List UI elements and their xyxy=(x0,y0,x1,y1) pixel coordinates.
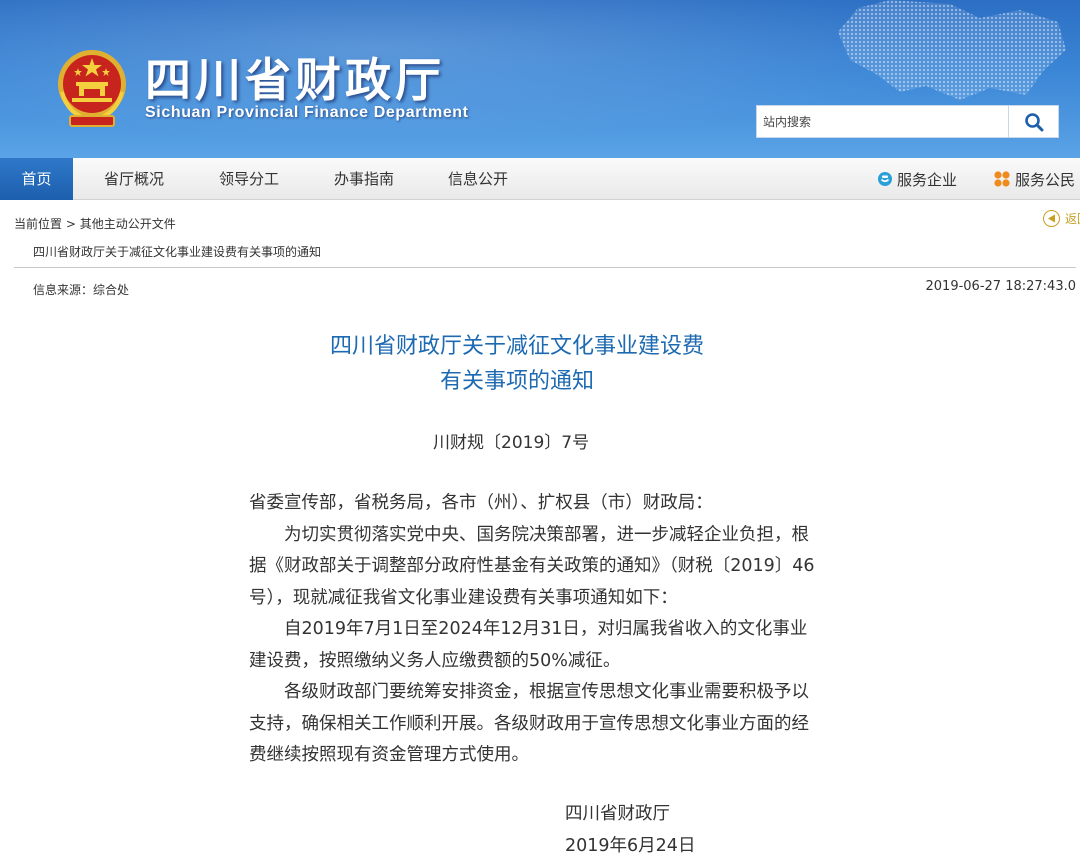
site-title-cn: 四川省财政厅 xyxy=(145,53,445,107)
article-title-line2: 有关事项的通知 xyxy=(439,369,594,394)
back-label: 返回 xyxy=(1065,212,1080,226)
breadcrumb: 当前位置 > 其他主动公开文件 xyxy=(14,215,176,232)
search-box xyxy=(756,105,1059,138)
nav-item-leadership[interactable]: 领导分工 xyxy=(219,158,279,200)
paragraph-funding: 各级财政部门要统筹安排资金，根据宣传思想文化事业需要积极予以支持，确保相关工作顺… xyxy=(249,682,809,765)
article-body: 省委宣传部，省税务局，各市（州）、扩权县（市）财政局： 为切实贯彻落实党中央、国… xyxy=(249,488,815,772)
nav-service-citizen-label: 服务公民 xyxy=(1015,170,1076,189)
nav-item-disclosure[interactable]: 信息公开 xyxy=(448,158,508,200)
site-header: 四川省财政厅 Sichuan Provincial Finance Depart… xyxy=(0,0,1080,158)
service-citizen-icon xyxy=(994,171,1010,187)
article-path-title: 四川省财政厅关于减征文化事业建设费有关事项的通知 xyxy=(33,245,322,259)
nav-item-overview[interactable]: 省厅概况 xyxy=(104,158,164,200)
service-enterprise-icon xyxy=(878,172,892,186)
back-button[interactable]: 返回 xyxy=(1043,210,1080,227)
article-title-line1: 四川省财政厅关于减征文化事业建设费 xyxy=(329,334,704,359)
national-emblem-icon xyxy=(58,50,126,127)
back-arrow-icon xyxy=(1043,210,1060,227)
article-source: 信息来源：综合处 xyxy=(33,283,130,297)
search-input[interactable] xyxy=(757,106,1008,137)
site-title-en: Sichuan Provincial Finance Department xyxy=(145,104,469,121)
nav-service-enterprise-label: 服务企业 xyxy=(897,170,958,189)
main-nav: 首页 省厅概况 领导分工 办事指南 信息公开 服务企业 服务公民 xyxy=(0,158,1080,200)
nav-item-home[interactable]: 首页 xyxy=(0,158,73,200)
signature-org: 四川省财政厅 xyxy=(565,804,670,824)
paragraph-intro: 为切实贯彻落实党中央、国务院决策部署，进一步减轻企业负担，根据《财政部关于调整部… xyxy=(249,524,815,608)
breadcrumb-prefix: 当前位置 xyxy=(14,217,63,231)
article-date: 2019-06-27 18:27:43.0 xyxy=(925,279,1076,294)
nav-service-enterprise[interactable]: 服务企业 xyxy=(877,158,957,200)
nav-item-guide[interactable]: 办事指南 xyxy=(334,158,394,200)
document-number: 川财规〔2019〕7号 xyxy=(433,433,590,453)
addressee: 省委宣传部，省税务局，各市（州）、扩权县（市）财政局： xyxy=(249,493,713,513)
sichuan-map-icon xyxy=(838,0,1066,100)
search-icon xyxy=(1024,112,1043,131)
divider xyxy=(14,267,1076,268)
nav-service-citizen[interactable]: 服务公民 xyxy=(993,158,1075,200)
search-button[interactable] xyxy=(1008,106,1058,137)
breadcrumb-link[interactable]: 其他主动公开文件 xyxy=(80,217,176,231)
breadcrumb-separator: > xyxy=(65,217,76,231)
signature-date: 2019年6月24日 xyxy=(565,836,696,856)
paragraph-policy: 自2019年7月1日至2024年12月31日，对归属我省收入的文化事业建设费，按… xyxy=(249,619,808,671)
